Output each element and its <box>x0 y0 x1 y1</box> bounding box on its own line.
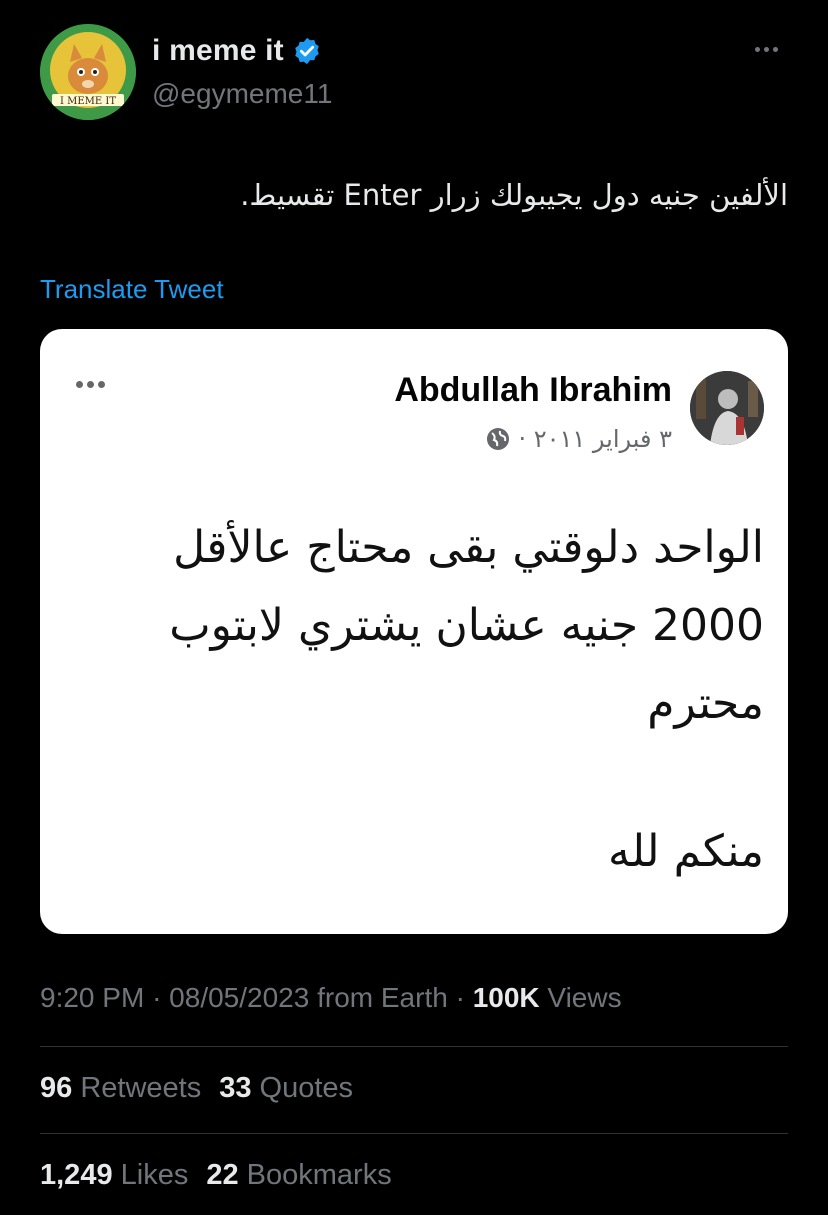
svg-text:I MEME IT: I MEME IT <box>60 96 116 107</box>
bookmarks-stat[interactable]: 22 Bookmarks <box>206 1159 391 1192</box>
post-body: الواحد دلوقتي بقى محتاج عالأقل 2000 جنيه… <box>64 509 764 891</box>
dot <box>76 381 83 388</box>
post-author-name: Abdullah Ibrahim <box>394 371 672 409</box>
likes-stat[interactable]: 1,249 Likes <box>40 1159 188 1192</box>
likes-bookmarks-stats: 1,249 Likes 22 Bookmarks <box>40 1159 392 1192</box>
tweet-source: from Earth <box>317 982 448 1013</box>
post-meta: ٣ فبراير ٢٠١١ · <box>486 425 672 453</box>
verified-icon <box>295 37 319 65</box>
quotes-stat[interactable]: 33 Quotes <box>219 1072 353 1105</box>
author-avatar[interactable]: I MEME IT <box>40 24 136 120</box>
tweet-time[interactable]: 9:20 PM <box>40 982 144 1013</box>
post-date: ٣ فبراير ٢٠١١ · <box>518 425 672 453</box>
bookmarks-count: 22 <box>206 1159 239 1191</box>
retweets-count: 96 <box>40 1072 73 1104</box>
author-name[interactable]: i meme it <box>152 34 284 68</box>
quotes-count: 33 <box>219 1072 252 1104</box>
post-line: محترم <box>647 678 764 729</box>
retweets-label: Retweets <box>80 1072 202 1104</box>
bookmarks-label: Bookmarks <box>246 1159 392 1191</box>
tweet-media-image[interactable]: Abdullah Ibrahim ٣ فبراير ٢٠١١ · الواحد … <box>40 329 788 934</box>
separator: · <box>152 982 162 1013</box>
likes-label: Likes <box>120 1159 189 1191</box>
translate-tweet-link[interactable]: Translate Tweet <box>40 274 224 305</box>
views-label: Views <box>547 982 622 1013</box>
author-handle[interactable]: @egymeme11 <box>152 78 332 110</box>
post-author-avatar <box>690 371 764 445</box>
quotes-label: Quotes <box>259 1072 354 1104</box>
tweet-meta: 9:20 PM · 08/05/2023 from Earth · 100K V… <box>40 982 622 1014</box>
tweet-date[interactable]: 08/05/2023 <box>169 982 309 1013</box>
tweet-text: الألفين جنيه دول يجيبولك زرار Enter تقسي… <box>240 178 788 212</box>
retweets-stat[interactable]: 96 Retweets <box>40 1072 201 1105</box>
divider <box>40 1133 788 1134</box>
more-dot <box>754 46 760 52</box>
post-line: 2000 جنيه عشان يشتري لابتوب <box>169 600 764 651</box>
tweet-header: I MEME IT i meme it @egymeme11 <box>40 24 788 122</box>
more-dot <box>763 46 769 52</box>
globe-icon <box>487 428 510 450</box>
dot <box>87 381 94 388</box>
author-name-row: i meme it <box>152 34 322 68</box>
post-spacer <box>64 743 764 813</box>
views-count: 100K <box>472 982 540 1013</box>
more-icon[interactable] <box>748 38 784 60</box>
more-dot <box>772 46 778 52</box>
separator: · <box>455 982 465 1013</box>
post-line: منكم لله <box>608 826 764 877</box>
post-line: الواحد دلوقتي بقى محتاج عالأقل <box>173 522 764 573</box>
divider <box>40 1046 788 1047</box>
likes-count: 1,249 <box>40 1159 113 1191</box>
dot <box>98 381 105 388</box>
retweet-quote-stats: 96 Retweets 33 Quotes <box>40 1072 353 1105</box>
post-more-icon <box>76 381 105 388</box>
